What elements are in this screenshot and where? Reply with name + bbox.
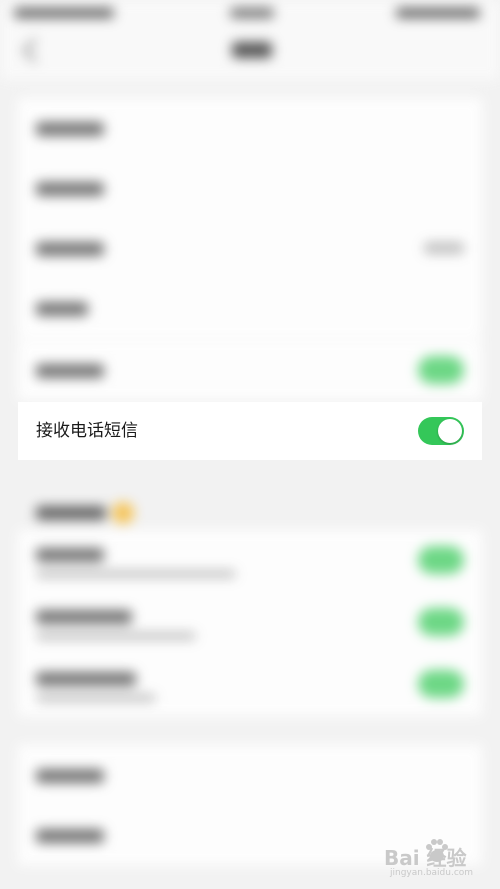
settings-row [18, 278, 482, 338]
receive-calls-sms-row[interactable]: 接收电话短信 [18, 402, 482, 460]
row-label-placeholder [36, 242, 104, 256]
row-label-placeholder [36, 548, 104, 562]
row-label-placeholder [36, 769, 104, 783]
settings-row [18, 592, 482, 654]
row-value-placeholder [424, 242, 464, 254]
toggle-placeholder [418, 670, 464, 698]
emoji-icon [112, 502, 134, 524]
toggle-knob [438, 419, 462, 443]
toggle-placeholder [418, 546, 464, 574]
settings-row [18, 340, 482, 400]
settings-row [18, 654, 482, 716]
receive-calls-sms-label: 接收电话短信 [36, 421, 138, 441]
receive-calls-sms-toggle[interactable] [418, 417, 464, 445]
settings-screen: 接收电话短信 Bai 经验 jingyan.baidu.com [0, 0, 500, 889]
status-clock [230, 8, 274, 18]
nav-title [232, 42, 272, 58]
nav-bar [0, 28, 500, 80]
row-subtitle-placeholder [36, 694, 156, 702]
row-label-placeholder [36, 364, 104, 378]
row-label-placeholder [36, 672, 136, 686]
status-right-indicators [396, 8, 480, 18]
toggle-placeholder [418, 356, 464, 384]
settings-row [18, 745, 482, 805]
section-title-placeholder [36, 506, 106, 520]
row-subtitle-placeholder [36, 632, 196, 640]
settings-row [18, 218, 482, 278]
toggle-placeholder [418, 608, 464, 636]
row-label-placeholder [36, 829, 104, 843]
status-left-indicators [14, 8, 114, 18]
settings-row [18, 158, 482, 218]
row-label-placeholder [36, 302, 88, 316]
row-subtitle-placeholder [36, 570, 236, 578]
paw-icon [426, 839, 448, 862]
back-arrow-icon [22, 38, 47, 63]
settings-row [18, 98, 482, 158]
baidu-jingyan-watermark: Bai 经验 jingyan.baidu.com [384, 836, 496, 882]
watermark-url: jingyan.baidu.com [390, 868, 474, 878]
status-bar [0, 0, 500, 28]
row-label-placeholder [36, 122, 104, 136]
row-label-placeholder [36, 610, 132, 624]
row-label-placeholder [36, 182, 104, 196]
settings-row [18, 530, 482, 592]
